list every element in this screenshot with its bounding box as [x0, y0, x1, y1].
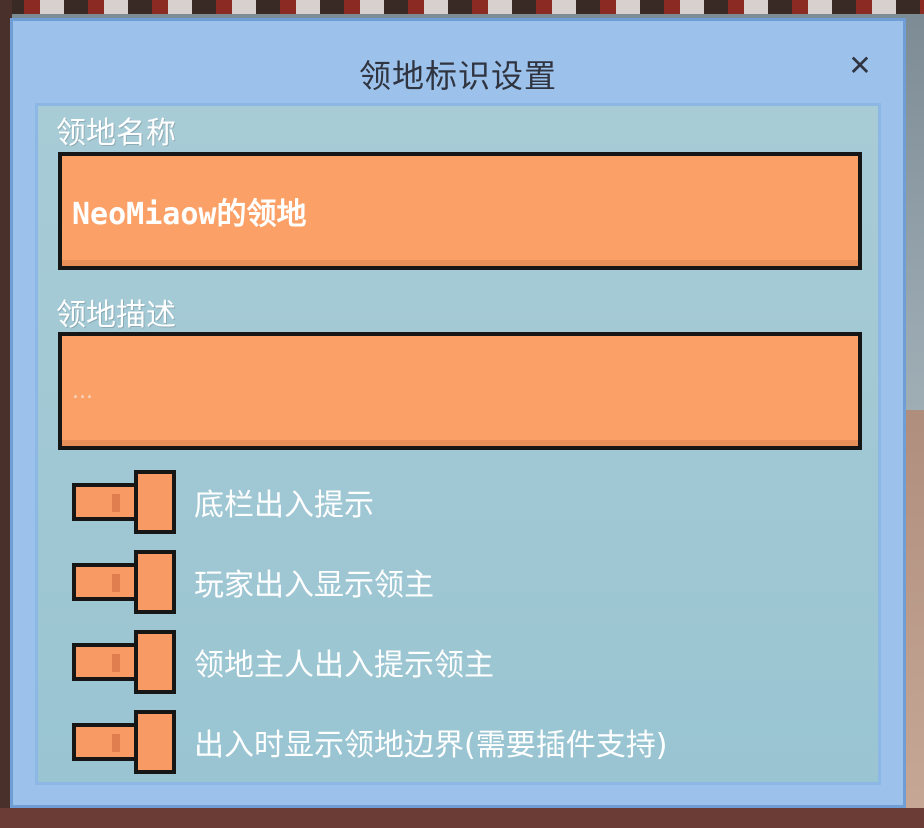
toggle-player-show-owner[interactable] — [72, 550, 176, 614]
toggle-knob — [134, 710, 176, 774]
toggle-label: 玩家出入显示领主 — [194, 568, 434, 603]
territory-description-placeholder: ... — [72, 378, 93, 404]
territory-settings-dialog: 领地标识设置 ✕ 领地名称 NeoMiaow的领地 领地描述 ... 底栏出入提… — [10, 18, 906, 808]
toggle-row-owner-notice: 领地主人出入提示领主 — [72, 630, 494, 694]
toggle-label: 领地主人出入提示领主 — [194, 648, 494, 683]
territory-description-label: 领地描述 — [56, 298, 176, 333]
toggle-knob — [134, 550, 176, 614]
dialog-content-panel: 领地名称 NeoMiaow的领地 领地描述 ... 底栏出入提示 玩家出入显示领… — [35, 103, 881, 785]
territory-description-input[interactable]: ... — [58, 332, 862, 450]
toggle-label: 出入时显示领地边界(需要插件支持) — [194, 728, 668, 763]
background-blocks-top — [0, 0, 924, 14]
toggle-bottom-bar-notice[interactable] — [72, 470, 176, 534]
toggle-show-border[interactable] — [72, 710, 176, 774]
background-floor — [0, 808, 924, 828]
territory-name-value: NeoMiaow的领地 — [72, 197, 307, 232]
toggle-knob — [134, 630, 176, 694]
toggle-row-show-border: 出入时显示领地边界(需要插件支持) — [72, 710, 667, 774]
territory-name-input[interactable]: NeoMiaow的领地 — [58, 152, 862, 270]
toggle-knob — [134, 470, 176, 534]
toggle-owner-notice[interactable] — [72, 630, 176, 694]
close-button[interactable]: ✕ — [845, 51, 875, 81]
toggle-row-player-show-owner: 玩家出入显示领主 — [72, 550, 434, 614]
close-icon: ✕ — [848, 49, 872, 82]
toggle-row-bottom-bar-notice: 底栏出入提示 — [72, 470, 374, 534]
territory-name-label: 领地名称 — [56, 116, 176, 151]
toggle-label: 底栏出入提示 — [194, 488, 374, 523]
dialog-title: 领地标识设置 — [358, 57, 557, 95]
